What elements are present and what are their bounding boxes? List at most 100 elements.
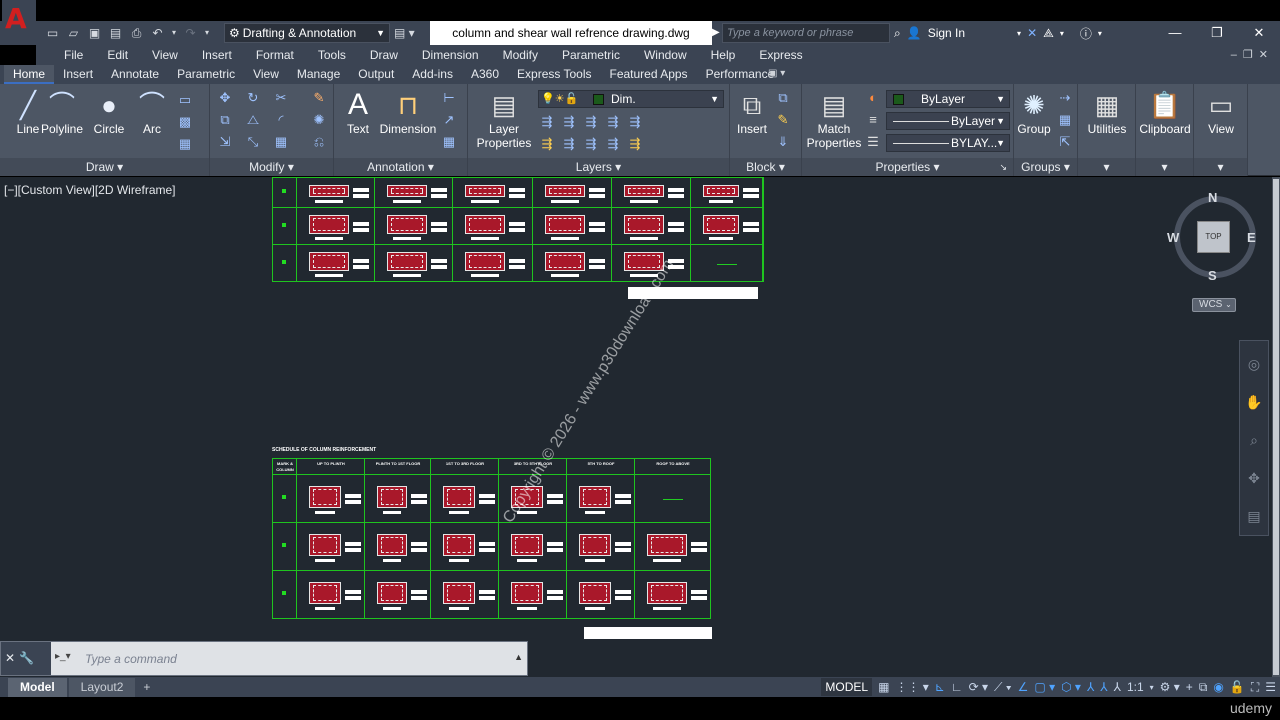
scrollbar-thumb[interactable] xyxy=(1273,179,1279,675)
menu-item-window[interactable]: Window xyxy=(632,45,699,65)
clipboard-expand[interactable]: ▾ xyxy=(1136,158,1193,176)
edit-block-icon[interactable]: ✎ xyxy=(774,112,792,128)
sign-in-button[interactable]: Sign In xyxy=(928,26,965,40)
isolate-objects-icon[interactable]: ⧉ xyxy=(1199,680,1208,695)
utilities-expand[interactable]: ▾ xyxy=(1078,158,1135,176)
move-icon[interactable]: ✥ xyxy=(216,90,234,106)
close-icon[interactable]: ✕ xyxy=(1238,21,1280,45)
minimize-icon[interactable]: — xyxy=(1154,21,1196,45)
layer-tool-icon[interactable]: ⇶ xyxy=(582,114,600,130)
tab-manage[interactable]: Manage xyxy=(288,65,349,84)
menu-item-edit[interactable]: Edit xyxy=(95,45,140,65)
user-icon[interactable]: 👤 xyxy=(907,26,922,40)
restore-icon[interactable]: ❐ xyxy=(1196,21,1238,45)
array-icon[interactable]: ▦ xyxy=(272,134,290,150)
binoculars-icon[interactable]: ⌕ xyxy=(894,26,901,41)
layer-tool-icon[interactable]: ⇶ xyxy=(626,136,644,152)
wcs-menu[interactable]: WCS ⌄ xyxy=(1192,298,1236,312)
chevron-down-icon[interactable]: ▾ xyxy=(1017,29,1021,38)
tab-model[interactable]: Model xyxy=(8,678,67,697)
add-icon[interactable]: + xyxy=(1186,680,1193,694)
hatch-icon[interactable]: ▩ xyxy=(176,114,194,130)
customization-icon[interactable]: ☰ xyxy=(1265,680,1276,694)
menu-item-draw[interactable]: Draw xyxy=(358,45,410,65)
menu-item-view[interactable]: View xyxy=(140,45,190,65)
leader-icon[interactable]: ↗ xyxy=(440,112,458,128)
arc-button[interactable]: ⌒ Arc xyxy=(124,88,180,136)
zoom-extents-icon[interactable]: ⌕ xyxy=(1240,425,1268,455)
table-icon[interactable]: ▦ xyxy=(440,134,458,150)
undo-icon[interactable]: ↶ xyxy=(149,25,166,41)
lock-ui-icon[interactable]: 🔓 xyxy=(1230,680,1245,694)
vertical-scrollbar[interactable] xyxy=(1272,177,1280,677)
menu-item-parametric[interactable]: Parametric xyxy=(550,45,632,65)
tab-view[interactable]: View xyxy=(244,65,288,84)
polar-icon[interactable]: ⟳ ▾ xyxy=(969,680,988,694)
compass-west[interactable]: W xyxy=(1167,230,1179,245)
groups-panel-title[interactable]: Groups ▾ xyxy=(1014,158,1077,176)
compass-east[interactable]: E xyxy=(1247,230,1256,245)
open-icon[interactable]: ▱ xyxy=(65,25,82,41)
erase-icon[interactable]: ✎ xyxy=(310,90,328,106)
layer-properties-button[interactable]: ▤ Layer Properties xyxy=(476,88,532,150)
menu-item-express[interactable]: Express xyxy=(747,45,814,65)
drawing-canvas[interactable]: [−][Custom View][2D Wireframe] SCHEDULE … xyxy=(0,177,1272,677)
stretch-icon[interactable]: ⇲ xyxy=(216,134,234,150)
chevron-right-icon[interactable]: ▶ xyxy=(712,27,720,38)
clean-screen-icon[interactable]: ⛶ xyxy=(1251,680,1259,695)
layer-tool-icon[interactable]: ⇶ xyxy=(538,114,556,130)
menu-item-format[interactable]: Format xyxy=(244,45,306,65)
draw-panel-title[interactable]: Draw ▾ xyxy=(0,158,209,176)
menu-item-tools[interactable]: Tools xyxy=(306,45,358,65)
lineweight-dropdown[interactable]: BYLAY... ▼ xyxy=(886,134,1010,152)
utilities-panel[interactable]: ▦ Utilities ▾ xyxy=(1078,84,1136,176)
tab-annotate[interactable]: Annotate xyxy=(102,65,168,84)
ungroup-icon[interactable]: ⇢ xyxy=(1056,90,1074,106)
document-window-controls[interactable]: –❐✕ xyxy=(1231,45,1274,65)
viewcube-top-face[interactable]: TOP xyxy=(1197,221,1230,253)
linetype-icon[interactable]: ≡ xyxy=(864,112,882,128)
layer-tool-icon[interactable]: ⇶ xyxy=(582,136,600,152)
view-panel[interactable]: ▭ View ▾ xyxy=(1194,84,1248,176)
linear-dim-icon[interactable]: ⊢ xyxy=(440,90,458,106)
chevron-down-icon[interactable]: ▾ xyxy=(1060,29,1064,38)
save-icon[interactable]: ▣ xyxy=(86,25,103,41)
add-layout-button[interactable]: + xyxy=(137,678,157,697)
snap-icon[interactable]: ⋮⋮ ▾ xyxy=(895,680,928,694)
help-icon[interactable]: ⓘ xyxy=(1080,25,1092,42)
search-input[interactable]: Type a keyword or phrase xyxy=(722,23,890,43)
infer-constraints-icon[interactable]: ⊾ xyxy=(935,680,945,694)
tab-express-tools[interactable]: Express Tools xyxy=(508,65,600,84)
a360-icon[interactable]: ⟁ xyxy=(1043,26,1054,41)
hardware-acceleration-icon[interactable]: ◉ xyxy=(1213,680,1223,694)
utilities-button[interactable]: ▦ Utilities xyxy=(1079,88,1135,136)
clipboard-button[interactable]: 📋 Clipboard xyxy=(1136,88,1194,136)
autoscale-icon[interactable]: ⅄ xyxy=(1100,680,1107,694)
linetype-dropdown[interactable]: ByLayer ▼ xyxy=(886,112,1010,130)
save-as-icon[interactable]: ▤ xyxy=(107,25,124,41)
explode-icon[interactable]: ✺ xyxy=(310,112,328,128)
steering-wheel-icon[interactable]: ◎ xyxy=(1240,349,1268,379)
block-attribute-icon[interactable]: ⇓ xyxy=(774,134,792,150)
group-button[interactable]: ✺ Group xyxy=(1006,88,1062,136)
annotation-panel-title[interactable]: Annotation ▾ xyxy=(334,158,467,176)
compass-north[interactable]: N xyxy=(1208,190,1217,205)
properties-panel-title[interactable]: Properties ▾ ↘ xyxy=(802,158,1013,176)
panel-launcher-icon[interactable]: ↘ xyxy=(999,158,1007,176)
orbit-icon[interactable]: ✥ xyxy=(1240,463,1268,493)
view-button[interactable]: ▭ View xyxy=(1193,88,1249,136)
lineweight-icon[interactable]: ☰ xyxy=(864,134,882,150)
annotation-scale-value[interactable]: 1:1 xyxy=(1127,680,1144,694)
tab-layout2[interactable]: Layout2 xyxy=(68,678,136,697)
ortho-icon[interactable]: ∟ xyxy=(951,680,963,694)
tab-home[interactable]: Home xyxy=(4,65,55,84)
tab-parametric[interactable]: Parametric xyxy=(168,65,244,84)
tab-add-ins[interactable]: Add-ins xyxy=(403,65,462,84)
model-space-toggle[interactable]: MODEL xyxy=(821,678,873,696)
modify-panel-title[interactable]: Modify ▾ xyxy=(210,158,333,176)
annotation-visibility-icon[interactable]: ⅄ xyxy=(1087,680,1094,694)
layer-tool-icon[interactable]: ⇶ xyxy=(560,114,578,130)
undo-dropdown-icon[interactable]: ▾ xyxy=(170,25,178,41)
wrench-icon[interactable]: 🔧 xyxy=(19,651,38,665)
command-history-icon[interactable]: ▲ xyxy=(514,652,523,662)
